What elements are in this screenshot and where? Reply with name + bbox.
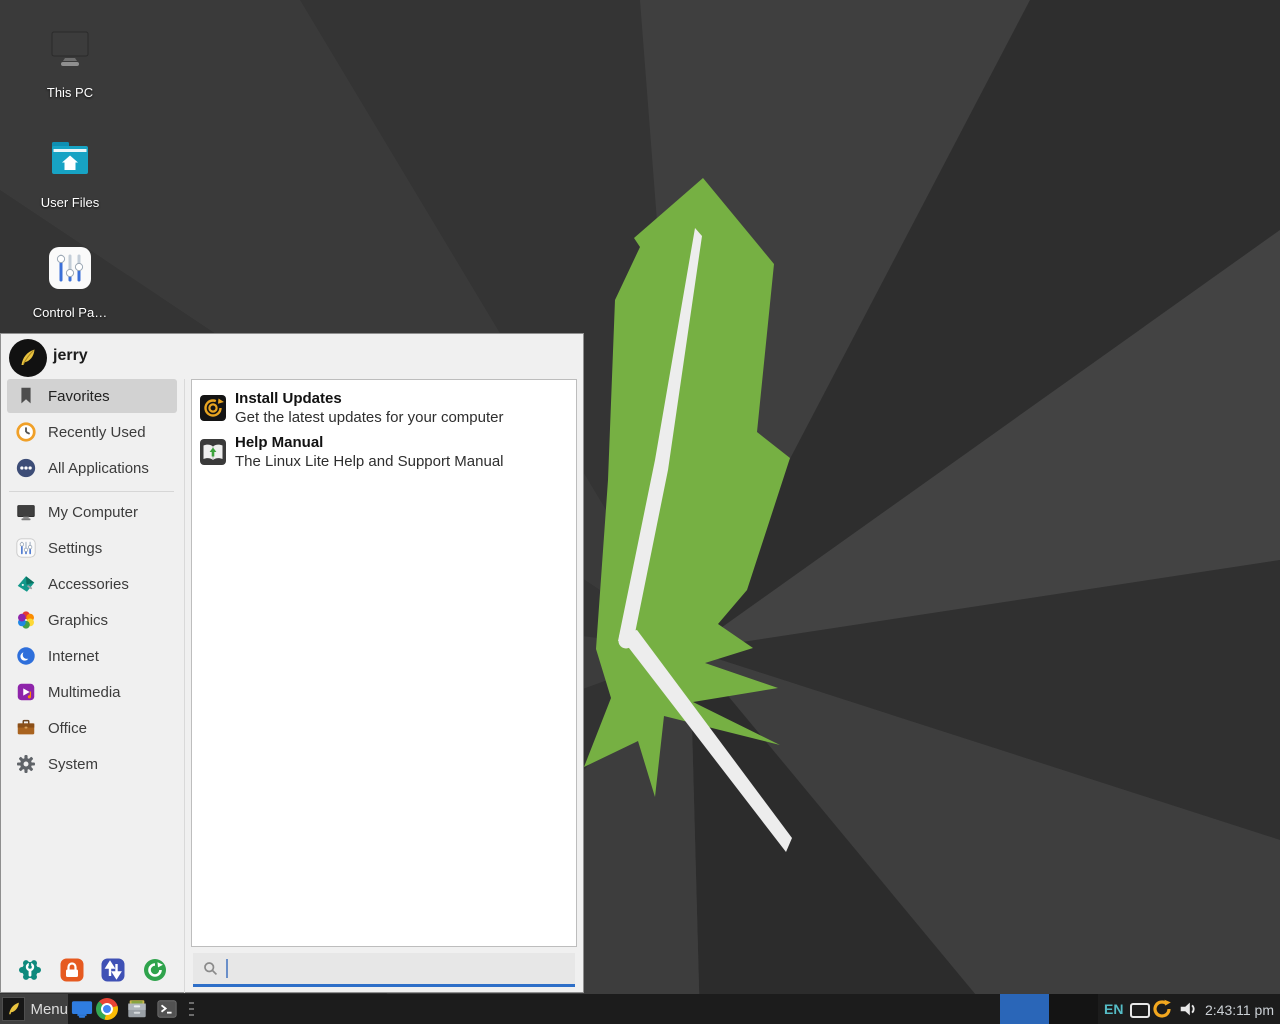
apps-grid-icon [15,457,37,479]
search-input[interactable] [228,952,575,985]
app-item-help-manual[interactable]: Help Manual The Linux Lite Help and Supp… [197,430,571,474]
sidebar-item-label: Accessories [48,576,129,593]
globe-icon [15,645,37,667]
app-item-subtitle: The Linux Lite Help and Support Manual [235,452,504,471]
menu-button-label: Menu [30,1001,68,1018]
sidebar-separator [9,491,174,492]
menu-sidebar: Favorites Recently Used All Applications [1,379,185,993]
color-wheel-icon [15,609,37,631]
username: jerry [53,347,88,365]
workspace-2[interactable] [1049,994,1098,1024]
sidebar-item-label: Recently Used [48,424,146,441]
desktop-screen: This PC User Files Control Pa… [0,0,1280,1024]
sidebar-item-settings[interactable]: Settings [7,531,177,565]
panel-separator-handle[interactable] [189,1002,195,1016]
user-avatar[interactable] [9,339,47,377]
sidebar-item-my-computer[interactable]: My Computer [7,495,177,529]
menu-action-row [1,951,184,989]
home-folder-icon [46,134,94,182]
file-cabinet-icon [128,1000,145,1017]
menu-button[interactable]: Menu [0,994,68,1024]
control-panel-icon [46,244,94,292]
clock-icon [15,421,37,443]
terminal-icon [158,1001,176,1018]
workspace-1-active[interactable] [1000,994,1049,1024]
sidebar-item-graphics[interactable]: Graphics [7,603,177,637]
search-icon [202,960,219,977]
desktop-icon-user-files[interactable]: User Files [27,134,113,210]
sidebar-item-label: All Applications [48,460,149,477]
sidebar-item-label: Multimedia [48,684,121,701]
show-desktop-button[interactable] [71,998,93,1020]
update-notifier-icon[interactable] [1151,998,1173,1020]
sidebar-item-label: Internet [48,648,99,665]
updates-icon [199,394,227,422]
quit-button[interactable] [142,957,168,983]
switch-user-button[interactable] [100,957,126,983]
sidebar-item-multimedia[interactable]: Multimedia [7,675,177,709]
sidebar-item-label: Office [48,720,87,737]
desktop-icon-label: This PC [27,85,113,100]
sidebar-item-all-applications[interactable]: All Applications [7,451,177,485]
media-icon [15,681,37,703]
lock-screen-button[interactable] [59,957,85,983]
notification-display-icon[interactable] [1130,1003,1150,1018]
desktop-icon-this-pc[interactable]: This PC [27,24,113,100]
sliders-icon [15,537,37,559]
menu-search [193,953,575,987]
app-item-title: Help Manual [235,433,504,452]
gear-icon [15,753,37,775]
sidebar-item-internet[interactable]: Internet [7,639,177,673]
sidebar-item-system[interactable]: System [7,747,177,781]
linux-lite-feather-icon [2,997,25,1021]
sidebar-item-label: System [48,756,98,773]
whisker-menu: jerry Favorites Recently Used [0,333,584,993]
utility-knife-icon [15,573,37,595]
menu-app-list: Install Updates Get the latest updates f… [191,379,577,947]
clock[interactable]: 2:43:11 pm [1202,1002,1274,1018]
desktop-icon-label: User Files [27,195,113,210]
keyboard-layout-indicator[interactable]: EN [1104,1001,1123,1017]
desktop-icon-label: Control Pa… [27,305,113,320]
sidebar-item-label: My Computer [48,504,138,521]
computer-icon [15,501,37,523]
sidebar-item-label: Graphics [48,612,108,629]
terminal-launcher[interactable] [156,998,178,1020]
taskbar: Menu [0,994,1280,1024]
chrome-launcher[interactable] [96,998,118,1020]
linux-lite-feather-icon [16,346,40,370]
sidebar-item-label: Favorites [48,388,110,405]
manual-book-icon [199,438,227,466]
desktop-icon [72,1001,92,1018]
app-item-subtitle: Get the latest updates for your computer [235,408,503,427]
desktop-icon-control-panel[interactable]: Control Pa… [27,244,113,320]
sidebar-item-recently-used[interactable]: Recently Used [7,415,177,449]
briefcase-icon [15,717,37,739]
sidebar-item-label: Settings [48,540,102,557]
file-manager-launcher[interactable] [126,998,148,1020]
volume-icon[interactable] [1178,999,1198,1019]
app-item-install-updates[interactable]: Install Updates Get the latest updates f… [197,386,571,430]
sidebar-item-office[interactable]: Office [7,711,177,745]
settings-manager-button[interactable] [17,957,43,983]
sidebar-item-favorites[interactable]: Favorites [7,379,177,413]
bookmark-icon [15,385,37,407]
sidebar-item-accessories[interactable]: Accessories [7,567,177,601]
app-item-title: Install Updates [235,389,503,408]
computer-icon [46,24,94,72]
